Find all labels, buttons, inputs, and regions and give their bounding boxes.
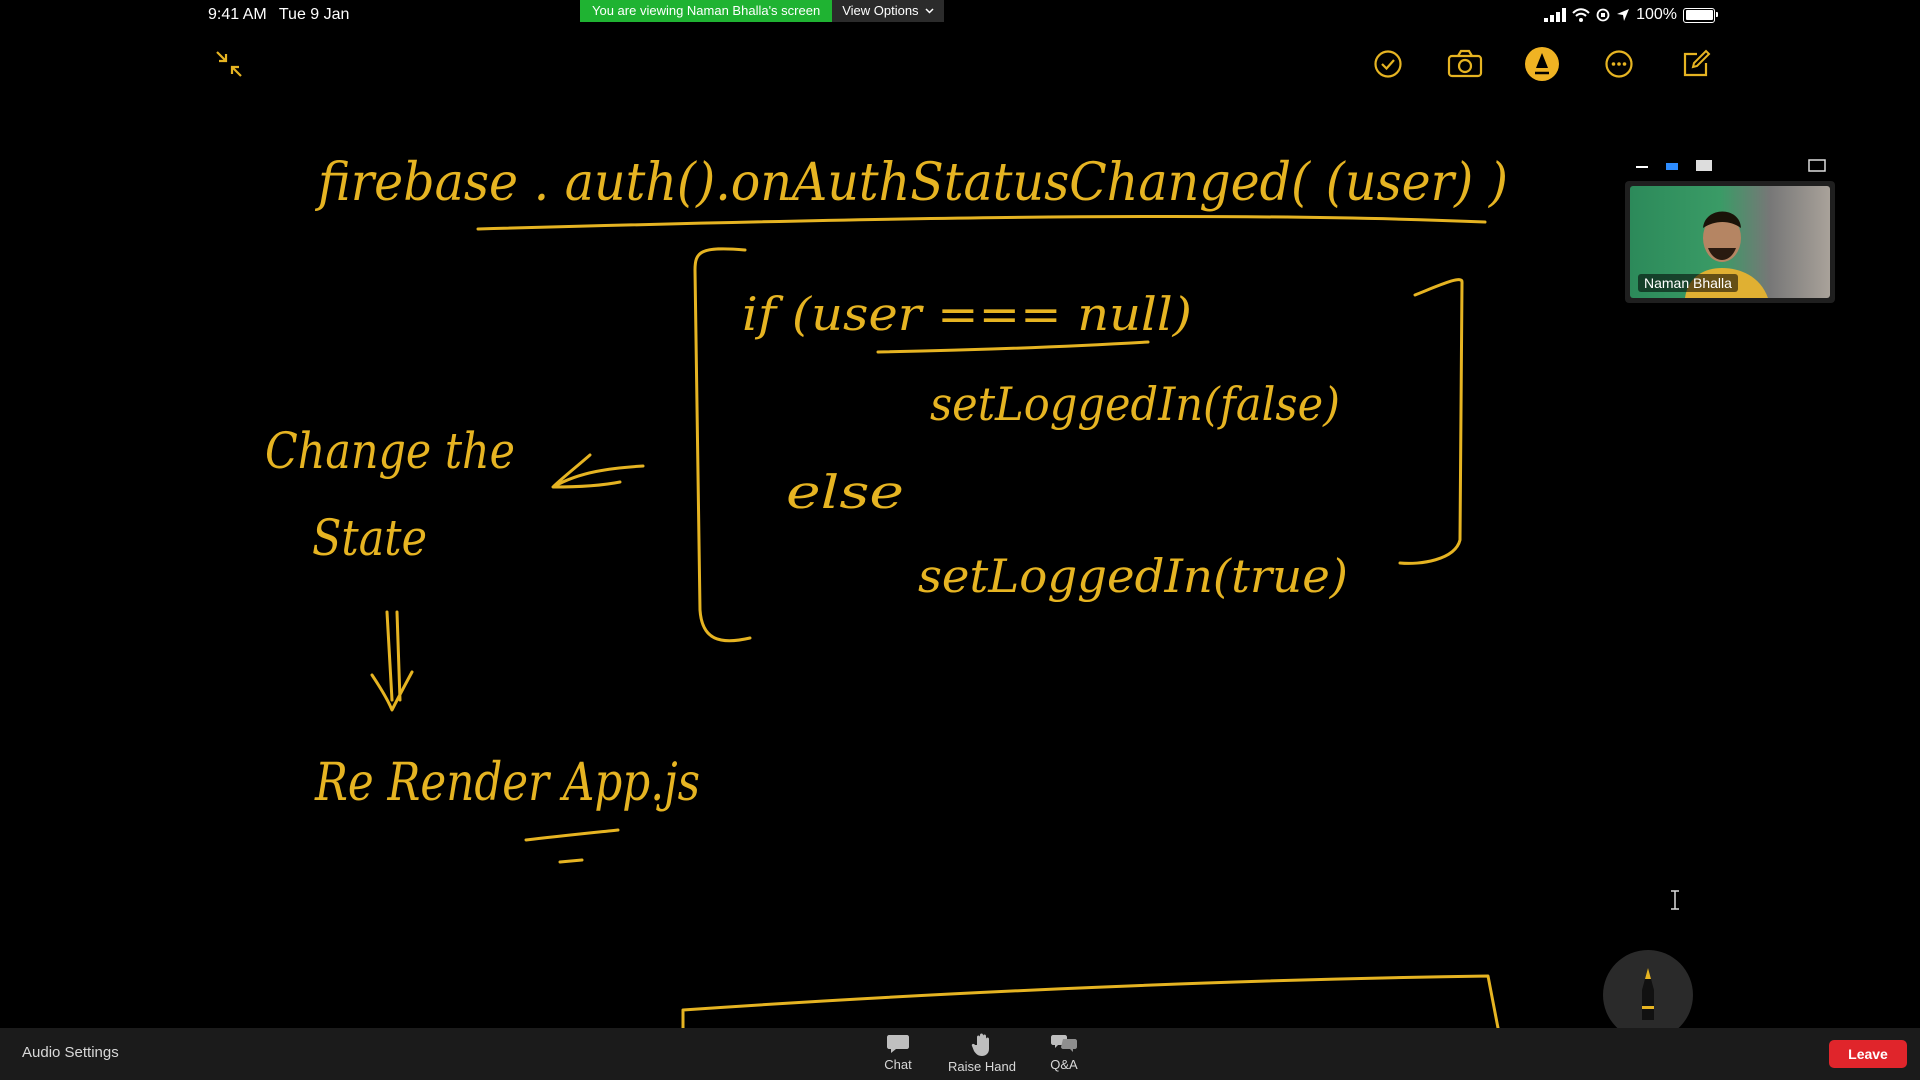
camera-icon xyxy=(1447,49,1483,78)
ink-bracket-right xyxy=(1398,278,1464,565)
view-options-label: View Options xyxy=(842,3,919,18)
more-icon xyxy=(1605,50,1633,78)
ink-arrow-left xyxy=(551,453,645,489)
speaker-view-icon xyxy=(1666,163,1678,170)
ink-set-false: setLoggedIn(false) xyxy=(930,377,1340,431)
ink-set-true: setLoggedIn(true) xyxy=(918,549,1348,603)
ink-arrow-down xyxy=(370,610,414,712)
expand-video-icon xyxy=(1808,159,1826,172)
markup-toolbar xyxy=(1368,44,1716,84)
chat-button[interactable]: Chat xyxy=(858,1033,938,1072)
chat-label: Chat xyxy=(884,1057,912,1072)
checkmark-circle-icon xyxy=(1374,50,1402,78)
ink-underline-null xyxy=(876,340,1150,354)
rotation-lock-icon xyxy=(1596,8,1610,22)
ink-if-line: if (user === null) xyxy=(742,287,1192,341)
audio-settings-button[interactable]: Audio Settings xyxy=(22,1044,119,1061)
status-date: Tue 9 Jan xyxy=(278,6,350,23)
signal-icon xyxy=(1544,8,1567,22)
minimize-video-icon xyxy=(1636,166,1648,168)
status-bar-right: 100% xyxy=(1544,6,1718,24)
compose-icon xyxy=(1683,49,1711,77)
exit-fullscreen-icon[interactable] xyxy=(213,48,245,80)
text-cursor-icon xyxy=(1671,890,1679,910)
ink-underline-app xyxy=(524,828,620,864)
ink-state: State xyxy=(312,509,427,567)
screen-share-banner: You are viewing Naman Bhalla's screen Vi… xyxy=(580,0,944,22)
view-options-button[interactable]: View Options xyxy=(832,0,944,22)
chevron-down-icon xyxy=(925,8,934,14)
markup-pen-button[interactable] xyxy=(1522,44,1562,84)
ink-firebase-line: firebase . auth().onAuthStatusChanged( (… xyxy=(314,153,1508,213)
participant-video[interactable]: Naman Bhalla xyxy=(1625,181,1835,303)
ink-change-the: Change the xyxy=(265,422,515,480)
video-layout-controls xyxy=(1636,159,1826,172)
wifi-icon xyxy=(1572,8,1590,22)
viewing-screen-label: You are viewing Naman Bhalla's screen xyxy=(580,0,833,22)
ink-else: else xyxy=(786,465,904,519)
status-time: 9:41 AM xyxy=(208,6,267,23)
compose-button[interactable] xyxy=(1676,44,1716,84)
battery-icon xyxy=(1683,7,1718,23)
ink-underline-main xyxy=(476,214,1487,231)
done-button[interactable] xyxy=(1368,44,1408,84)
gallery-view-icon xyxy=(1696,160,1712,171)
pencil-tool-button[interactable] xyxy=(1603,950,1693,1040)
participant-video-feed: Naman Bhalla xyxy=(1630,186,1830,298)
pencil-icon xyxy=(1642,968,1654,1020)
leave-button[interactable]: Leave xyxy=(1829,1040,1907,1068)
raise-hand-label: Raise Hand xyxy=(948,1059,1016,1074)
qa-icon xyxy=(1051,1035,1077,1052)
meeting-controls-bar: Audio Settings Chat Raise Hand Q&A Leave xyxy=(0,1028,1920,1080)
raise-hand-icon xyxy=(971,1033,989,1056)
chat-icon xyxy=(887,1035,909,1053)
ink-rerender: Re Render App.js xyxy=(314,753,700,813)
location-icon xyxy=(1617,9,1630,21)
qa-label: Q&A xyxy=(1050,1057,1078,1072)
camera-button[interactable] xyxy=(1445,44,1485,84)
more-button[interactable] xyxy=(1599,44,1639,84)
status-bar-left: 9:41 AM Tue 9 Jan xyxy=(208,6,357,24)
battery-percent: 100% xyxy=(1636,6,1677,23)
markup-pen-icon xyxy=(1525,47,1559,81)
participant-name: Naman Bhalla xyxy=(1638,274,1738,292)
qa-button[interactable]: Q&A xyxy=(1024,1033,1104,1072)
whiteboard-canvas[interactable]: firebase . auth().onAuthStatusChanged( (… xyxy=(0,0,1920,1028)
ink-box-bottom xyxy=(681,974,1500,1028)
raise-hand-button[interactable]: Raise Hand xyxy=(942,1033,1022,1074)
